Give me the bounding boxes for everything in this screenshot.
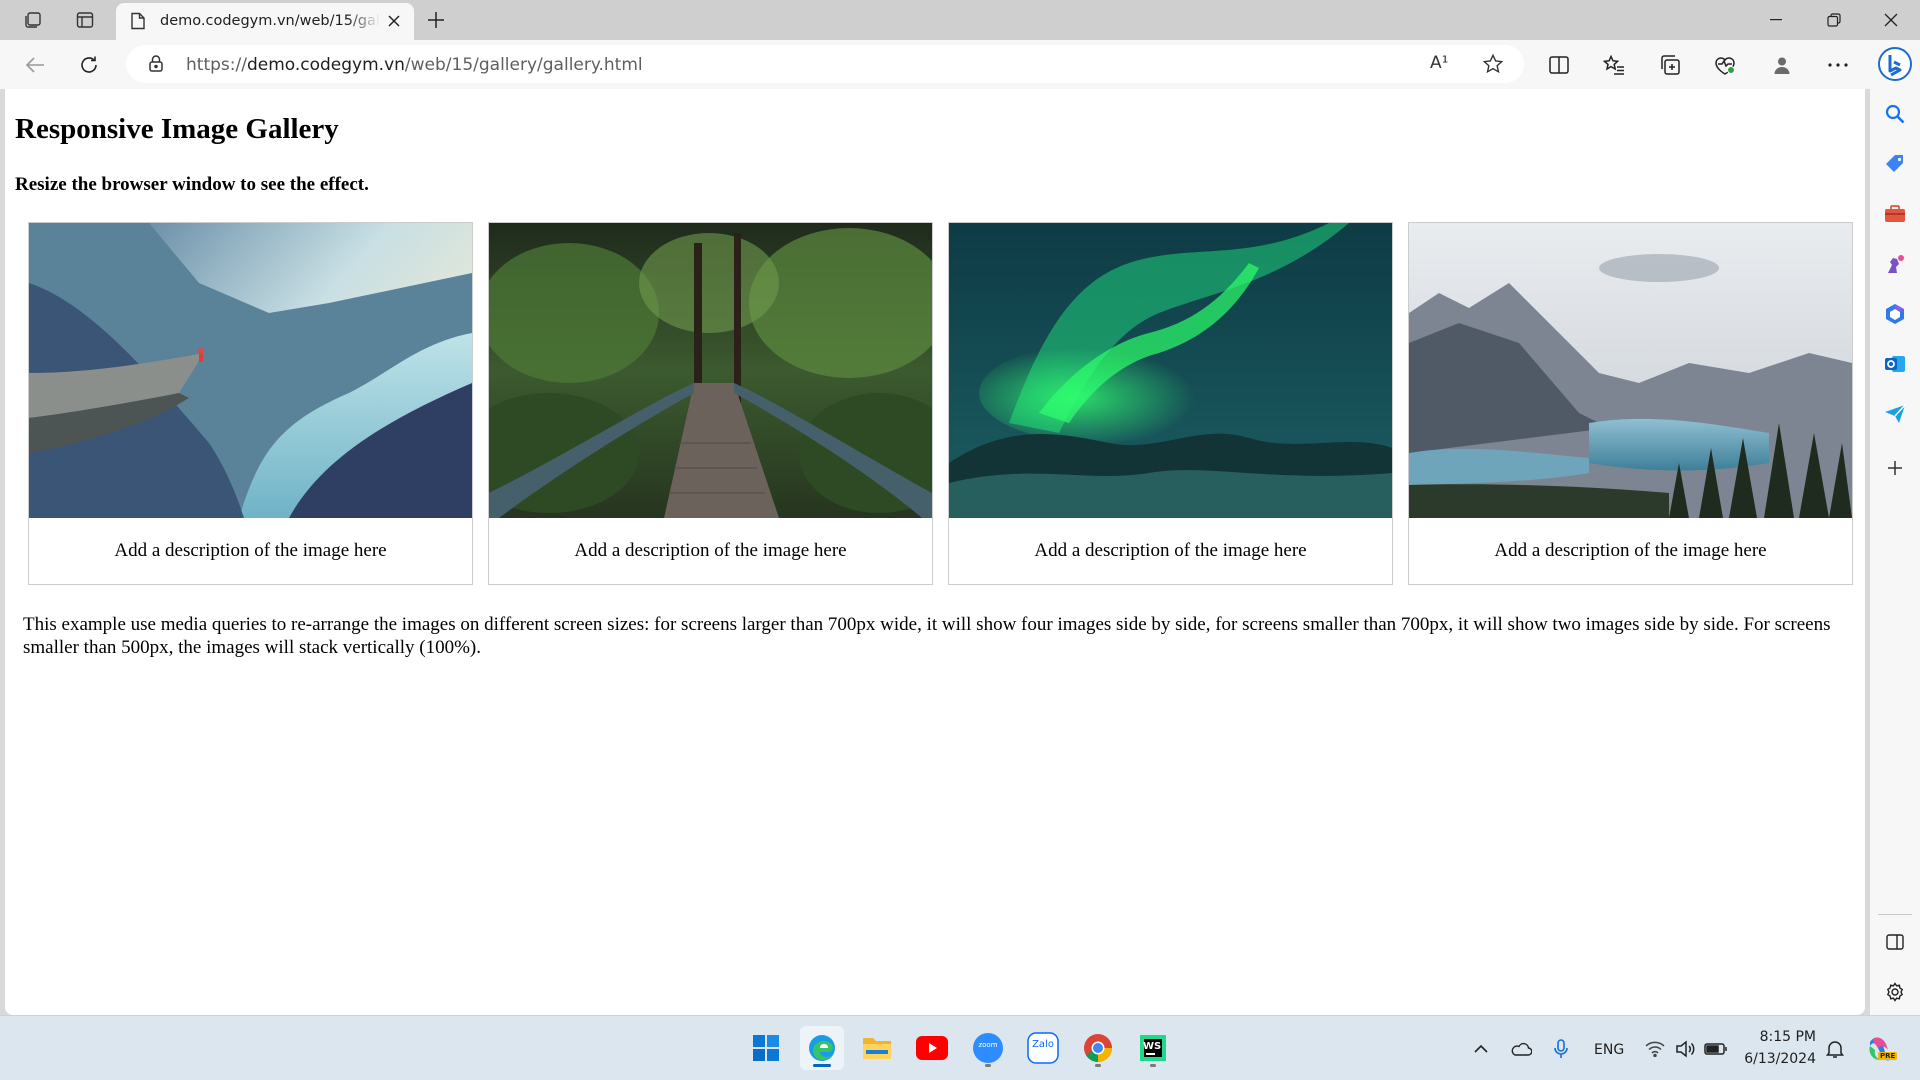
active-indicator (813, 1064, 831, 1067)
shopping-tag-icon[interactable] (1879, 148, 1911, 180)
back-arrow-icon[interactable] (18, 48, 52, 82)
zalo-icon[interactable]: Zalo (1021, 1026, 1065, 1070)
gallery-image-northern-lights[interactable] (949, 223, 1392, 518)
page-viewport: Responsive Image Gallery Resize the brow… (5, 89, 1865, 1015)
restore-icon[interactable] (1806, 0, 1862, 40)
image-description: Add a description of the image here (1494, 540, 1767, 561)
windows-taskbar: zoom Zalo WS ENG 8:15 PM 6/13/2024 PRE (0, 1015, 1920, 1080)
address-bar[interactable]: https://demo.codegym.vn/web/15/gallery/g… (126, 45, 1524, 83)
image-description: Add a description of the image here (574, 540, 847, 561)
chevron-up-icon[interactable] (1468, 1036, 1494, 1062)
gallery-image-mountain-lake[interactable] (1409, 223, 1852, 518)
url-text[interactable]: https://demo.codegym.vn/web/15/gallery/g… (186, 55, 643, 75)
vertical-tabs-icon[interactable] (72, 8, 98, 32)
hide-sidebar-icon[interactable] (1879, 926, 1911, 958)
add-sidebar-app-icon[interactable] (1879, 452, 1911, 484)
preview-badge: PRE (1878, 1052, 1898, 1060)
favorite-star-icon[interactable] (1482, 53, 1504, 80)
sidebar-divider (1878, 914, 1912, 915)
copilot-taskbar-icon[interactable]: PRE (1864, 1032, 1898, 1066)
url-path: /web/15/gallery/gallery.html (404, 55, 643, 75)
image-description: Add a description of the image here (1034, 540, 1307, 561)
explanation-text: This example use media queries to re-arr… (23, 614, 1831, 658)
url-scheme: https:// (186, 55, 247, 75)
drop-send-icon[interactable] (1879, 398, 1911, 430)
search-icon[interactable] (1879, 98, 1911, 130)
microphone-icon[interactable] (1548, 1036, 1574, 1062)
clock-date[interactable]: 6/13/2024 (1736, 1051, 1816, 1067)
youtube-icon[interactable] (910, 1026, 954, 1070)
zoom-label: zoom (978, 1041, 998, 1049)
zalo-label: Zalo (1032, 1039, 1054, 1050)
image-description: Add a description of the image here (114, 540, 387, 561)
edge-sidebar (1870, 40, 1920, 1015)
gallery-item: Add a description of the image here (488, 222, 933, 585)
gallery-item: Add a description of the image here (28, 222, 473, 585)
page-icon (130, 12, 146, 35)
webstorm-label: WS (1143, 1041, 1162, 1052)
chrome-icon[interactable] (1076, 1026, 1120, 1070)
outlook-icon[interactable] (1879, 348, 1911, 380)
collections-icon[interactable] (1653, 48, 1687, 82)
favorites-icon[interactable] (1597, 48, 1631, 82)
split-screen-icon[interactable] (1542, 48, 1576, 82)
tools-briefcase-icon[interactable] (1879, 198, 1911, 230)
workspaces-icon[interactable] (20, 8, 46, 32)
notification-bell-icon[interactable] (1822, 1036, 1848, 1062)
active-tab[interactable]: demo.codegym.vn/web/15/gallery/gallery.h… (116, 3, 414, 40)
language-indicator[interactable]: ENG (1594, 1042, 1624, 1058)
gallery-item: Add a description of the image here (1408, 222, 1853, 585)
refresh-icon[interactable] (72, 48, 106, 82)
profile-icon[interactable] (1765, 48, 1799, 82)
webstorm-icon[interactable]: WS (1131, 1026, 1175, 1070)
microsoft-365-icon[interactable] (1879, 298, 1911, 330)
gallery-image-forest-bridge[interactable] (489, 223, 932, 518)
start-windows-icon[interactable] (744, 1026, 788, 1070)
edge-taskbar-icon[interactable] (800, 1026, 844, 1070)
minimize-icon[interactable] (1748, 0, 1804, 40)
file-explorer-icon[interactable] (855, 1026, 899, 1070)
page-subtitle: Resize the browser window to see the eff… (15, 174, 369, 195)
page-title: Responsive Image Gallery (15, 113, 339, 145)
volume-icon[interactable] (1672, 1036, 1698, 1062)
running-indicator (985, 1064, 991, 1067)
onedrive-cloud-icon[interactable] (1508, 1036, 1534, 1062)
close-window-icon[interactable] (1863, 0, 1919, 40)
tab-strip: demo.codegym.vn/web/15/gallery/gallery.h… (0, 0, 1920, 40)
new-tab-icon[interactable] (422, 6, 450, 34)
games-icon[interactable] (1879, 248, 1911, 280)
close-tab-icon[interactable] (384, 11, 404, 31)
url-host: demo.codegym.vn (246, 55, 405, 75)
tab-title: demo.codegym.vn/web/15/gallery/gallery.h… (160, 13, 380, 29)
wifi-icon[interactable] (1642, 1036, 1668, 1062)
gallery-item: Add a description of the image here (948, 222, 1393, 585)
clock-time[interactable]: 8:15 PM (1756, 1029, 1816, 1045)
more-options-icon[interactable] (1821, 48, 1855, 82)
running-indicator (1095, 1064, 1101, 1067)
running-indicator (1150, 1064, 1156, 1067)
read-aloud-icon[interactable]: A¹ (1430, 53, 1448, 73)
browser-toolbar: https://demo.codegym.vn/web/15/gallery/g… (0, 40, 1920, 89)
gallery-image-fjord[interactable] (29, 223, 472, 518)
browser-essentials-icon[interactable] (1708, 48, 1742, 82)
zoom-icon[interactable]: zoom (966, 1026, 1010, 1070)
copilot-icon[interactable] (1875, 44, 1915, 84)
settings-gear-icon[interactable] (1879, 976, 1911, 1008)
battery-icon[interactable] (1703, 1036, 1729, 1062)
lock-icon[interactable] (148, 54, 164, 78)
